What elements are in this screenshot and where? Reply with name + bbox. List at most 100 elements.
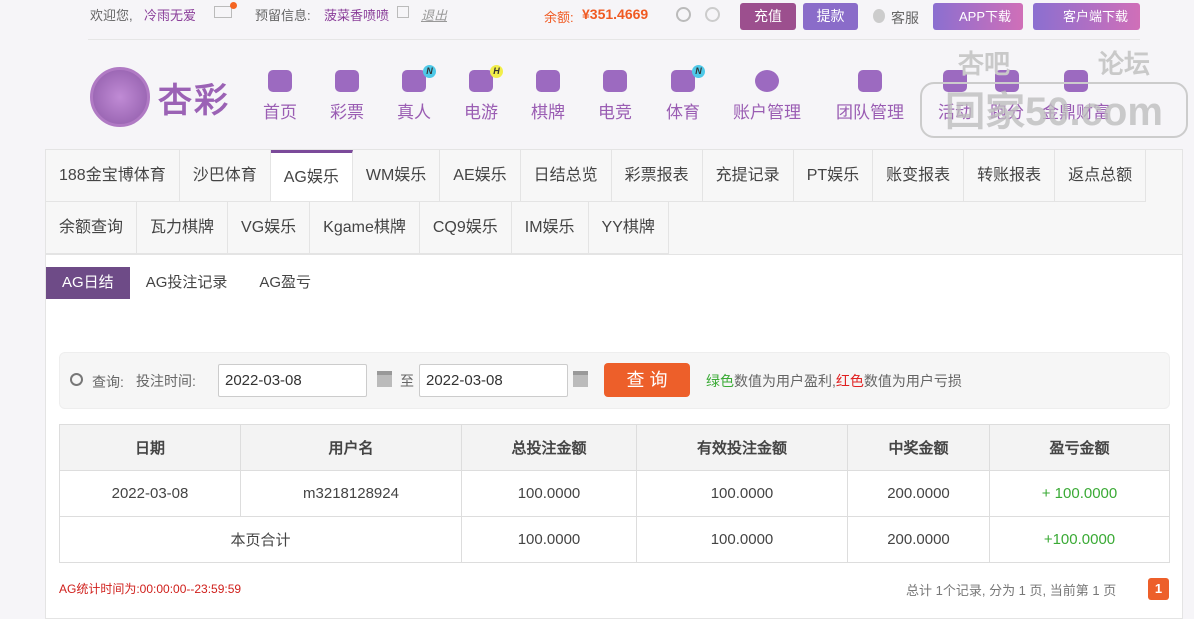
logo-emblem [90, 67, 150, 127]
subtab-ag-profit[interactable]: AG盈亏 [243, 267, 327, 299]
subtab-ag-bets[interactable]: AG投注记录 [130, 267, 244, 299]
cell-win: 200.0000 [847, 470, 990, 517]
header-username: 用户名 [240, 424, 462, 471]
nav-esports[interactable]: 电竞 [598, 70, 632, 123]
dealer-icon: N [402, 65, 436, 92]
cell-valid-bet: 100.0000 [636, 470, 848, 517]
withdraw-button[interactable]: 提款 [803, 3, 858, 30]
total-win: 200.0000 [847, 516, 990, 563]
notification-dot [230, 2, 237, 9]
nav-home[interactable]: 首页 [263, 70, 297, 123]
logout-link[interactable]: 退出 [421, 5, 447, 24]
reserved-label: 预留信息: [255, 8, 311, 23]
balance-label: 余额: [544, 10, 574, 25]
calendar-icon[interactable] [573, 371, 588, 387]
watermark-text: 杏吧 [958, 49, 1011, 79]
tab-2[interactable]: AG娱乐 [270, 150, 353, 202]
tab-1[interactable]: 沙巴体育 [179, 150, 271, 202]
bet-time-label: 投注时间: [136, 373, 196, 389]
total-profit: +100.0000 [989, 516, 1170, 563]
cell-profit: + 100.0000 [989, 470, 1170, 517]
to-label: 至 [400, 373, 414, 389]
tab-8[interactable]: PT娱乐 [793, 150, 874, 202]
refresh-icon[interactable] [676, 7, 691, 22]
page-1-button[interactable]: 1 [1148, 578, 1169, 600]
cell-username: m3218128924 [240, 470, 462, 517]
cards-icon [536, 70, 560, 92]
report-tabs: 188金宝博体育 沙巴体育 AG娱乐 WM娱乐 AE娱乐 日结总览 彩票报表 充提记录 PT娱乐… [46, 150, 1182, 255]
tab-12[interactable]: 余额查询 [46, 202, 138, 254]
tab-6[interactable]: 彩票报表 [611, 150, 703, 202]
service-link[interactable]: 客服 [891, 8, 919, 28]
nav-live[interactable]: N 真人 [397, 65, 436, 123]
nav-label: 体育 [666, 103, 700, 122]
edit-icon[interactable] [397, 6, 409, 18]
top-bar: 欢迎您, 冷雨无爱 预留信息: 菠菜香喷喷 退出 余额: ¥351.4669 充… [88, 0, 1140, 40]
tab-18[interactable]: YY棋牌 [588, 202, 669, 254]
tab-7[interactable]: 充提记录 [702, 150, 794, 202]
watermark: 杏吧 论坛 回家50.com [918, 44, 1190, 144]
tab-9[interactable]: 账变报表 [873, 150, 965, 202]
stat-time-note: AG统计时间为:00:00:00--23:59:59 [59, 582, 242, 596]
badge: N [423, 65, 436, 78]
subtab-ag-daily[interactable]: AG日结 [46, 267, 130, 299]
pager-info: 总计 1个记录, 分为 1 页, 当前第 1 页 [906, 583, 1117, 598]
tab-10[interactable]: 转账报表 [964, 150, 1056, 202]
tab-0[interactable]: 188金宝博体育 [46, 150, 180, 202]
tab-3[interactable]: WM娱乐 [352, 150, 441, 202]
tab-15[interactable]: Kgame棋牌 [310, 202, 420, 254]
logo[interactable]: 杏彩 [90, 66, 250, 128]
nav-account[interactable]: 账户管理 [733, 70, 801, 123]
tab-14[interactable]: VG娱乐 [228, 202, 311, 254]
table-row: 2022-03-08 m3218128924 100.0000 100.0000 200… [59, 470, 1170, 517]
header-valid-bet: 有效投注金额 [636, 424, 848, 471]
tab-17[interactable]: IM娱乐 [511, 202, 589, 254]
client-download-button[interactable]: 客户端下载 [1033, 3, 1140, 30]
gamepad-icon [603, 70, 627, 92]
calendar-icon[interactable] [377, 371, 392, 387]
team-icon [858, 70, 882, 92]
nav-lottery[interactable]: 彩票 [330, 70, 364, 123]
hide-balance-icon[interactable] [705, 7, 720, 22]
header-total-bet: 总投注金额 [461, 424, 637, 471]
nav-label: 团队管理 [836, 103, 904, 122]
sub-tabs: AG日结 AG投注记录 AG盈亏 [46, 267, 327, 299]
trophy-icon: N [671, 65, 705, 92]
tab-5[interactable]: 日结总览 [520, 150, 612, 202]
start-date-input[interactable]: 2022-03-08 [218, 364, 367, 397]
nav-label: 电游 [464, 103, 498, 122]
table-header: 日期 用户名 总投注金额 有效投注金额 中奖金额 盈亏金额 [59, 424, 1170, 471]
tab-13[interactable]: 瓦力棋牌 [137, 202, 229, 254]
watermark-text: 论坛 [1098, 49, 1151, 79]
nav-label: 电竞 [598, 103, 632, 122]
mail-icon[interactable] [214, 6, 232, 18]
cell-total-bet: 100.0000 [461, 470, 637, 517]
search-bar: 查询: 投注时间: 2022-03-08 至 2022-03-08 查 询 绿色… [59, 352, 1170, 409]
tab-16[interactable]: CQ9娱乐 [419, 202, 512, 254]
nav-label: 真人 [397, 103, 431, 122]
header-win: 中奖金额 [847, 424, 990, 471]
nav-chess[interactable]: 棋牌 [531, 70, 565, 123]
welcome-text: 欢迎您, [90, 8, 133, 23]
nav-label: 首页 [263, 103, 297, 122]
total-label: 本页合计 [59, 516, 462, 563]
nav-sports[interactable]: N 体育 [666, 65, 705, 123]
reserved-value: 菠菜香喷喷 [324, 8, 390, 23]
nav-slots[interactable]: H 电游 [464, 65, 503, 123]
end-date-input[interactable]: 2022-03-08 [419, 364, 568, 397]
nav-label: 棋牌 [531, 103, 565, 122]
nav-label: 彩票 [330, 103, 364, 122]
search-label: 查询: [92, 374, 124, 390]
app-download-button[interactable]: APP下载 [933, 3, 1023, 30]
service-icon [873, 9, 885, 23]
nav-team[interactable]: 团队管理 [836, 70, 904, 123]
tab-4[interactable]: AE娱乐 [440, 150, 521, 202]
daily-report-table: 日期 用户名 总投注金额 有效投注金额 中奖金额 盈亏金额 2022-03-08 m3218… [59, 424, 1170, 563]
tab-11[interactable]: 返点总额 [1055, 150, 1147, 202]
search-icon [70, 373, 83, 386]
query-button[interactable]: 查 询 [604, 363, 690, 397]
recharge-button[interactable]: 充值 [740, 3, 796, 30]
cell-date: 2022-03-08 [59, 470, 241, 517]
nav-label: 账户管理 [733, 103, 801, 122]
total-valid-bet: 100.0000 [636, 516, 848, 563]
